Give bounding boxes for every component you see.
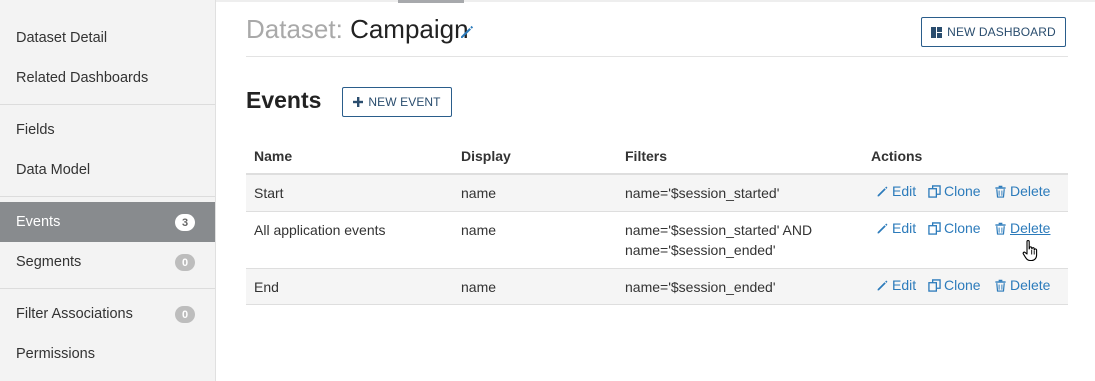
top-tab-indicator — [398, 0, 464, 3]
header-divider — [246, 56, 1068, 57]
edit-label: Edit — [892, 183, 917, 199]
hand-cursor-icon — [1022, 240, 1038, 262]
sidebar-item-label: Events — [16, 214, 61, 230]
clone-button[interactable]: Clone — [928, 183, 994, 199]
column-header-display: Display — [461, 148, 511, 164]
clone-label: Clone — [944, 277, 981, 293]
clone-button[interactable]: Clone — [928, 220, 994, 236]
event-filter: name='$session_started' AND — [625, 222, 813, 238]
delete-button[interactable]: Delete — [994, 277, 1050, 293]
sidebar-divider — [0, 288, 215, 289]
delete-button[interactable]: Delete — [994, 220, 1050, 236]
table-row: End name name='$session_ended' Edit Clon… — [246, 269, 1068, 305]
edit-button[interactable]: Edit — [876, 277, 928, 293]
table-row: Start name name='$session_started' Edit … — [246, 175, 1068, 212]
sidebar-item-segments[interactable]: Segments 0 — [0, 242, 215, 282]
column-header-actions: Actions — [871, 148, 923, 164]
new-event-button[interactable]: NEW EVENT — [342, 87, 452, 117]
section-title: Events — [246, 87, 322, 113]
delete-label: Delete — [1010, 183, 1051, 199]
top-border — [216, 0, 1095, 2]
pencil-icon[interactable] — [459, 24, 475, 40]
sidebar-divider — [0, 104, 215, 105]
edit-button[interactable]: Edit — [876, 220, 928, 236]
event-name: All application events — [254, 222, 386, 238]
sidebar-divider — [0, 196, 215, 197]
trash-icon — [995, 222, 1006, 235]
sidebar-item-dataset-detail[interactable]: Dataset Detail — [0, 18, 215, 58]
event-display: name — [461, 222, 497, 238]
clone-icon — [928, 184, 941, 198]
sidebar: Dataset Detail Related Dashboards Fields… — [0, 0, 216, 381]
delete-label: Delete — [1010, 220, 1051, 236]
clone-label: Clone — [944, 220, 981, 236]
sidebar-item-filter-associations[interactable]: Filter Associations 0 — [0, 294, 215, 334]
event-display: name — [461, 279, 497, 295]
page-title-prefix: Dataset: — [246, 14, 343, 44]
row-actions: Edit Clone Delete — [876, 220, 1050, 236]
clone-icon — [928, 278, 941, 292]
column-header-name: Name — [254, 148, 293, 164]
clone-button[interactable]: Clone — [928, 277, 994, 293]
sidebar-item-fields[interactable]: Fields — [0, 110, 215, 150]
new-dashboard-button[interactable]: NEW DASHBOARD — [921, 17, 1066, 47]
event-filter: name='$session_started' — [625, 185, 780, 201]
sidebar-item-label: Related Dashboards — [16, 70, 149, 86]
trash-icon — [995, 185, 1006, 198]
sidebar-item-events[interactable]: Events 3 — [0, 202, 215, 242]
page-title: Dataset: Campaign — [246, 14, 469, 45]
count-badge: 0 — [175, 306, 195, 323]
delete-label: Delete — [1010, 277, 1051, 293]
edit-icon — [877, 186, 888, 196]
sidebar-item-label: Dataset Detail — [16, 30, 108, 46]
trash-icon — [995, 279, 1006, 292]
row-actions: Edit Clone Delete — [876, 183, 1050, 199]
sidebar-item-label: Segments — [16, 254, 82, 270]
delete-button[interactable]: Delete — [994, 183, 1050, 199]
count-badge: 3 — [175, 214, 195, 231]
event-filter: name='$session_ended' — [625, 242, 776, 258]
sidebar-item-permissions[interactable]: Permissions — [0, 334, 215, 374]
plus-icon — [353, 97, 364, 107]
clone-icon — [928, 221, 941, 235]
dashboard-icon — [931, 26, 943, 38]
sidebar-item-label: Permissions — [16, 346, 95, 362]
row-actions: Edit Clone Delete — [876, 277, 1050, 293]
edit-label: Edit — [892, 220, 917, 236]
sidebar-item-related-dashboards[interactable]: Related Dashboards — [0, 58, 215, 98]
clone-label: Clone — [944, 183, 981, 199]
new-event-label: NEW EVENT — [368, 95, 441, 109]
event-filter: name='$session_ended' — [625, 279, 776, 295]
edit-label: Edit — [892, 277, 917, 293]
event-display: name — [461, 185, 497, 201]
sidebar-item-label: Fields — [16, 122, 55, 138]
sidebar-item-data-model[interactable]: Data Model — [0, 150, 215, 190]
edit-icon — [877, 223, 888, 233]
column-header-filters: Filters — [625, 148, 668, 164]
event-name: End — [254, 279, 279, 295]
table-row: All application events name name='$sessi… — [246, 212, 1068, 269]
sidebar-item-label: Data Model — [16, 162, 91, 178]
sidebar-item-label: Filter Associations — [16, 306, 133, 322]
edit-button[interactable]: Edit — [876, 183, 928, 199]
edit-icon — [877, 280, 888, 290]
event-name: Start — [254, 185, 284, 201]
page-title-name: Campaign — [350, 14, 469, 44]
new-dashboard-label: NEW DASHBOARD — [947, 25, 1056, 39]
count-badge: 0 — [175, 254, 195, 271]
